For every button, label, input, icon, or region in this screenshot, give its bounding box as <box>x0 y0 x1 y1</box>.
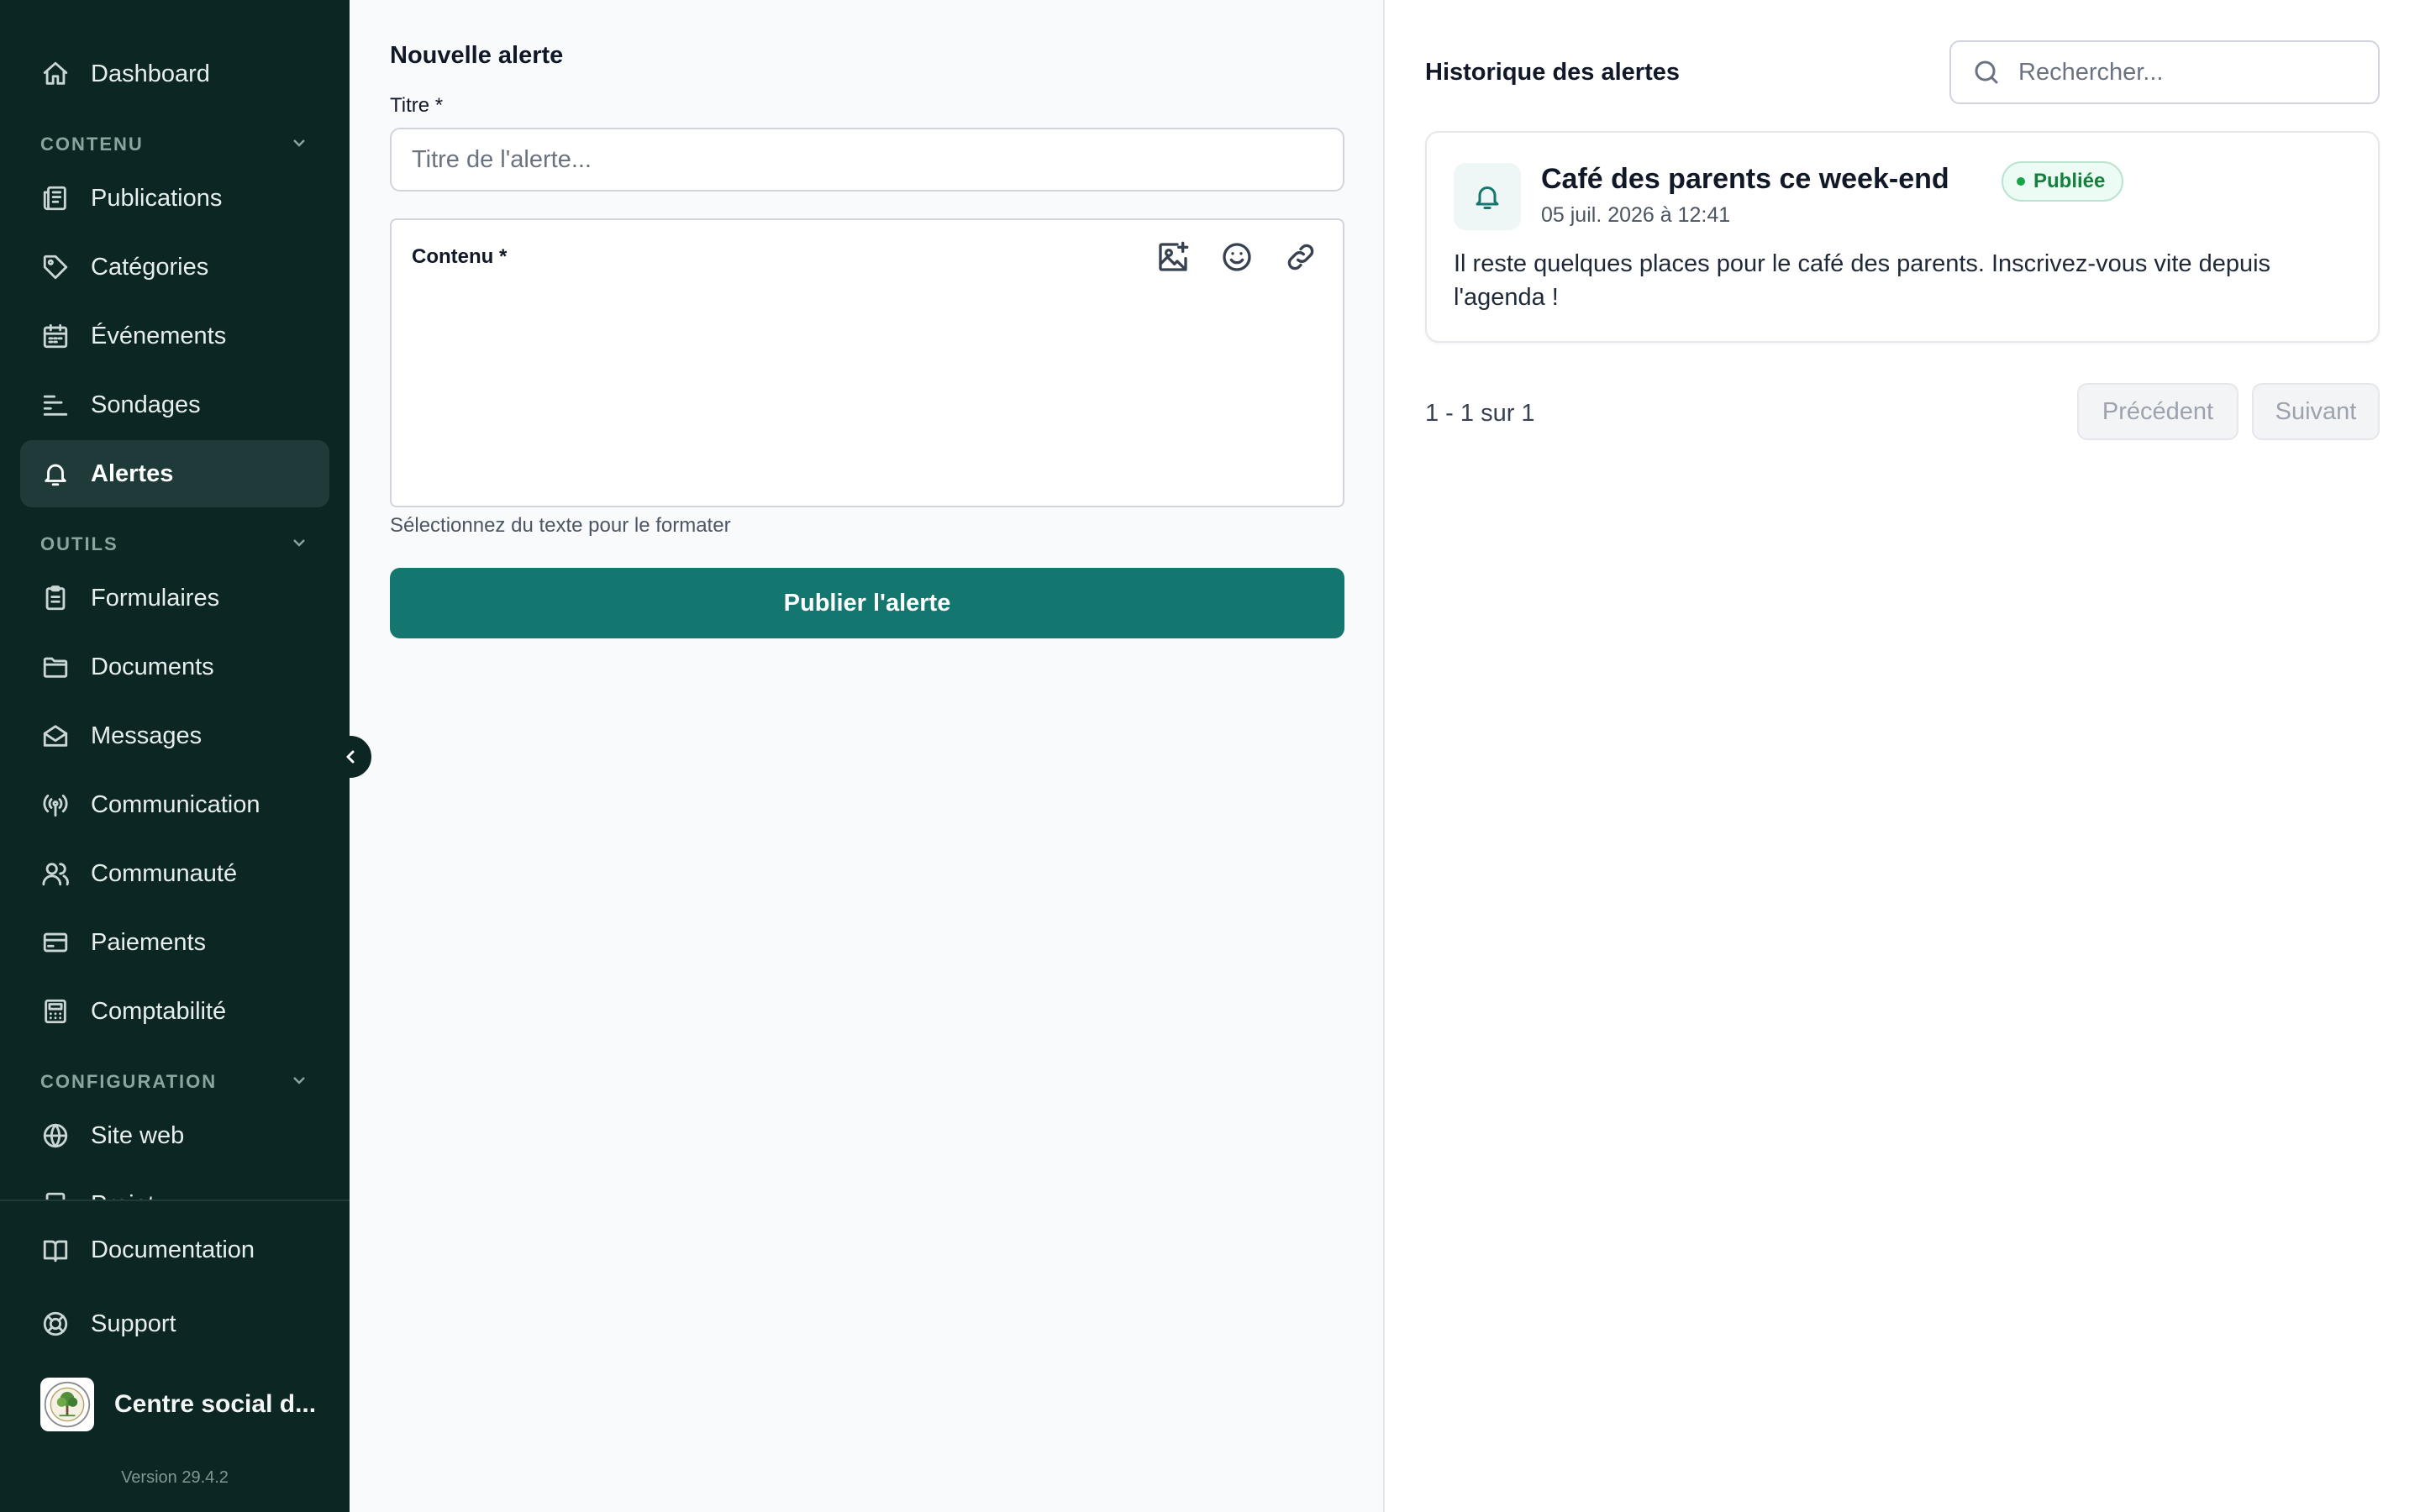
alert-history-panel: Historique des alertes Café des parents … <box>1385 0 2420 1512</box>
organization-logo <box>40 1378 94 1431</box>
file-icon <box>40 1189 71 1200</box>
sidebar-item-publications[interactable]: Publications <box>20 165 329 232</box>
mail-open-icon <box>40 721 71 751</box>
editor-toolbar <box>1155 239 1319 276</box>
sidebar-item-formulaires[interactable]: Formulaires <box>20 564 329 632</box>
title-label: Titre * <box>390 94 444 117</box>
section-contenu[interactable]: CONTENU <box>40 128 309 161</box>
sidebar-item-label: Support <box>91 1310 176 1337</box>
calendar-icon <box>40 321 71 351</box>
format-hint: Sélectionnez du texte pour le formater <box>390 514 731 537</box>
credit-card-icon <box>40 927 71 958</box>
sidebar-item-label: Événements <box>91 322 227 349</box>
app-version: Version 29.4.2 <box>121 1468 229 1487</box>
sidebar-item-paiements[interactable]: Paiements <box>20 909 329 976</box>
section-label: OUTILS <box>40 533 118 554</box>
home-icon <box>40 59 71 89</box>
section-outils[interactable]: OUTILS <box>40 528 309 561</box>
sidebar-item-label: Paiements <box>91 928 207 956</box>
sidebar-item-label: Comptabilité <box>91 997 227 1025</box>
alert-title: Café des parents ce week-end <box>1541 163 1949 195</box>
alert-date: 05 juil. 2026 à 12:41 <box>1541 203 1731 227</box>
sidebar-item-messages[interactable]: Messages <box>20 702 329 769</box>
new-alert-heading: Nouvelle alerte <box>390 42 564 69</box>
status-dot <box>2017 177 2025 186</box>
next-page-button[interactable]: Suivant <box>2252 383 2380 440</box>
content-label: Contenu * <box>412 245 508 268</box>
sidebar-item-projet[interactable]: Projet <box>20 1171 329 1200</box>
alert-title-input[interactable] <box>390 128 1344 192</box>
publish-alert-button[interactable]: Publier l'alerte <box>390 568 1344 638</box>
sidebar-item-label: Publications <box>91 184 223 212</box>
newspaper-icon <box>40 183 71 213</box>
book-open-icon <box>40 1235 71 1265</box>
sidebar-item-evenements[interactable]: Événements <box>20 302 329 370</box>
status-label: Publiée <box>2033 170 2106 192</box>
insert-image-icon[interactable] <box>1155 239 1192 276</box>
sidebar-item-sondages[interactable]: Sondages <box>20 371 329 438</box>
organization-name: Centre social d... <box>114 1390 317 1418</box>
globe-icon <box>40 1121 71 1151</box>
section-label: CONTENU <box>40 134 144 155</box>
sidebar-item-label: Projet <box>91 1191 155 1200</box>
organization-switcher[interactable]: Centre social d... <box>40 1378 326 1431</box>
collapse-sidebar-button[interactable] <box>329 736 371 778</box>
sidebar-item-label: Alertes <box>91 459 174 487</box>
clipboard-icon <box>40 583 71 613</box>
sidebar-item-documents[interactable]: Documents <box>20 633 329 701</box>
sidebar-item-site-web[interactable]: Site web <box>20 1102 329 1169</box>
chevron-left-icon <box>340 747 360 767</box>
new-alert-panel: Nouvelle alerte Titre * Contenu * Sélect… <box>350 0 1385 1512</box>
search-icon <box>1971 57 2002 87</box>
sidebar-item-label: Sondages <box>91 391 201 418</box>
history-heading: Historique des alertes <box>1425 59 1680 86</box>
sidebar-item-communaute[interactable]: Communauté <box>20 840 329 907</box>
sidebar-item-support[interactable]: Support <box>20 1290 329 1357</box>
sidebar-item-label: Documents <box>91 653 214 680</box>
sidebar-item-comptabilite[interactable]: Comptabilité <box>20 978 329 1045</box>
sidebar-item-label: Communication <box>91 790 260 818</box>
sidebar-item-label: Dashboard <box>91 60 210 87</box>
bell-icon <box>40 459 71 489</box>
sidebar-item-label: Messages <box>91 722 203 749</box>
broadcast-icon <box>40 790 71 820</box>
sidebar-item-communication[interactable]: Communication <box>20 771 329 838</box>
sidebar-item-dashboard[interactable]: Dashboard <box>20 40 329 108</box>
sidebar-item-label: Formulaires <box>91 584 220 612</box>
poll-icon <box>40 390 71 420</box>
sidebar-divider <box>0 1200 350 1201</box>
alert-card[interactable]: Café des parents ce week-end Publiée 05 … <box>1425 131 2380 343</box>
search-box[interactable] <box>1949 40 2380 104</box>
chevron-down-icon <box>289 1070 309 1095</box>
alert-body: Il reste quelques places pour le café de… <box>1454 250 2271 311</box>
search-input[interactable] <box>2018 58 2354 87</box>
link-icon[interactable] <box>1282 239 1319 276</box>
lifebuoy-icon <box>40 1309 71 1339</box>
sidebar-item-label: Site web <box>91 1121 185 1149</box>
chevron-down-icon <box>289 133 309 157</box>
sidebar-item-label: Documentation <box>91 1236 255 1263</box>
chevron-down-icon <box>289 533 309 557</box>
bell-icon <box>1454 163 1521 230</box>
users-icon <box>40 858 71 889</box>
sidebar-item-label: Communauté <box>91 859 238 887</box>
content-editor[interactable]: Contenu * <box>390 218 1344 507</box>
previous-page-button[interactable]: Précédent <box>2077 383 2238 440</box>
status-badge: Publiée <box>2002 161 2124 202</box>
sidebar-nav[interactable]: Dashboard CONTENU Publications Catégorie… <box>0 0 350 1200</box>
folder-icon <box>40 652 71 682</box>
sidebar: Dashboard CONTENU Publications Catégorie… <box>0 0 350 1512</box>
section-configuration[interactable]: CONFIGURATION <box>40 1065 309 1099</box>
calculator-icon <box>40 996 71 1026</box>
sidebar-item-categories[interactable]: Catégories <box>20 234 329 301</box>
section-label: CONFIGURATION <box>40 1071 218 1092</box>
sidebar-item-documentation[interactable]: Documentation <box>20 1216 329 1284</box>
sidebar-item-label: Catégories <box>91 253 209 281</box>
pagination-info: 1 - 1 sur 1 <box>1425 400 1535 427</box>
sidebar-item-alertes[interactable]: Alertes <box>20 440 329 507</box>
emoji-icon[interactable] <box>1218 239 1255 276</box>
tag-icon <box>40 252 71 282</box>
